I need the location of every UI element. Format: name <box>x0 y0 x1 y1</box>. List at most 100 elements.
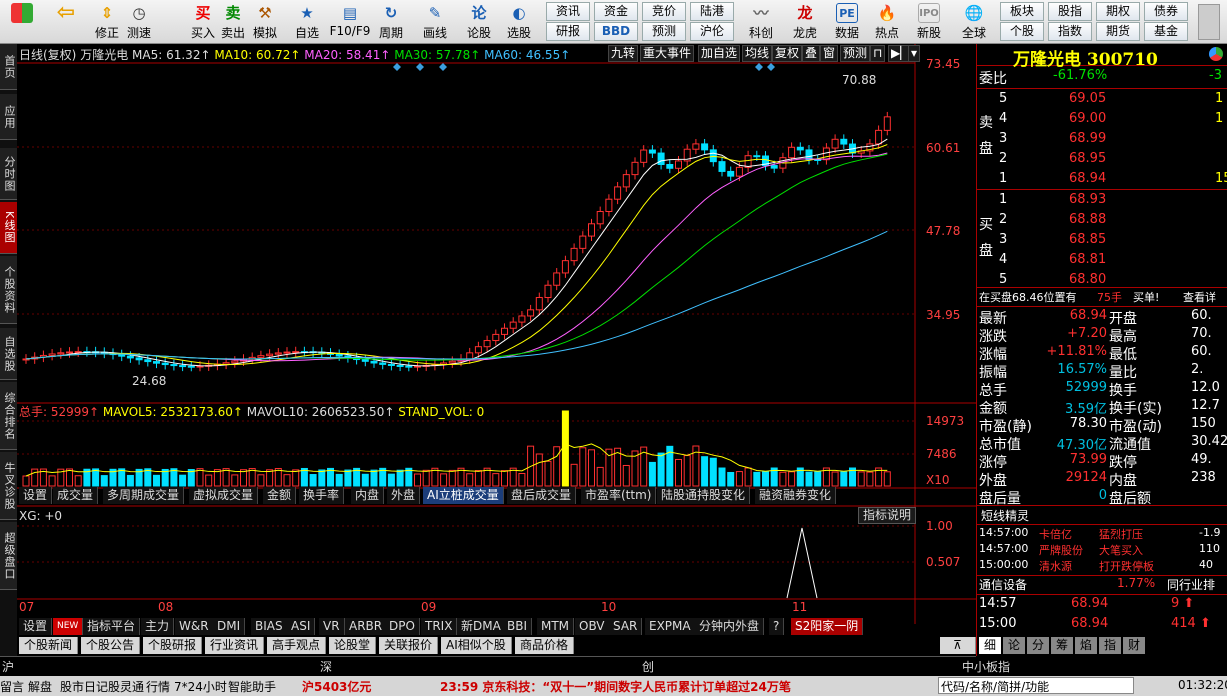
toolbar-zhaiquan-button[interactable]: 债券 <box>1144 2 1188 21</box>
toolbar-gegu-button[interactable]: 个股 <box>1000 22 1044 41</box>
news-tab[interactable]: 个股公告 <box>81 637 141 654</box>
toolbar-draw-button[interactable]: ✎ 画线 <box>418 0 452 44</box>
bottom-indicator-tab[interactable]: BIAS <box>251 618 288 635</box>
short-stock-name[interactable]: 卡倍亿 <box>1039 526 1072 542</box>
left-tab-home[interactable]: 首页 <box>0 44 17 90</box>
industry-name[interactable]: 通信设备 <box>979 576 1027 593</box>
bottom-indicator-tab[interactable]: NEW <box>53 618 84 635</box>
bottom-indicator-tab[interactable]: 主力 <box>141 618 175 635</box>
status-item[interactable]: 行情 <box>146 678 170 695</box>
bottom-indicator-tab[interactable]: 分钟内外盘 <box>695 618 765 635</box>
toolbar-xiuzheng-button[interactable]: ⇕ 修正 <box>90 0 124 44</box>
toolbar-lugang-button[interactable]: 陆港 <box>690 2 734 21</box>
toolbar-zixuan-button[interactable]: ★ 自选 <box>290 0 324 44</box>
indicator-tab[interactable]: 融资融券变化 <box>755 487 837 504</box>
toolbar-yuce-button[interactable]: 预测 <box>642 22 686 41</box>
toolbar-zijin-button[interactable]: 资金 <box>594 2 638 21</box>
status-item[interactable]: 股灵通 <box>108 678 144 695</box>
chart-menu-events[interactable]: 重大事件 <box>640 45 695 62</box>
sell-level-price[interactable]: 69.00 <box>1069 111 1106 126</box>
indicator-tab[interactable]: 设置 <box>19 487 53 504</box>
toolbar-kechuang-button[interactable]: 〰 科创 <box>742 0 780 44</box>
buy-level-price[interactable]: 68.81 <box>1069 252 1106 267</box>
collapse-icon[interactable]: ⊼ <box>940 637 976 654</box>
toolbar-select-button[interactable]: ◐ 选股 <box>502 0 536 44</box>
bottom-indicator-tab[interactable]: DMI <box>213 618 246 635</box>
bottom-indicator-tab[interactable]: W&R <box>175 618 214 635</box>
market-zxb[interactable]: 中小板指 <box>962 658 1042 675</box>
indicator-tab[interactable]: 陆股通持股变化 <box>657 487 751 504</box>
indicator-tab[interactable]: 虚拟成交量 <box>189 487 259 504</box>
toolbar-cesu-button[interactable]: ◷ 测速 <box>122 0 156 44</box>
news-tab[interactable]: AI相似个股 <box>441 637 512 654</box>
left-tab-diagnosis[interactable]: 牛叉诊股 <box>0 452 17 520</box>
kline-chart[interactable] <box>17 44 976 656</box>
toolbar-bbd-button[interactable]: BBD <box>594 22 638 41</box>
status-item[interactable]: 股市日记 <box>60 678 108 695</box>
left-tab-kline[interactable]: K线图 <box>0 202 17 254</box>
chart-menu-forecast[interactable]: 预测 <box>840 45 871 62</box>
sell-level-price[interactable]: 68.94 <box>1069 171 1106 186</box>
right-bottom-tab[interactable]: 分 <box>1027 637 1049 654</box>
left-tab-superpan[interactable]: 超级盘口 <box>0 522 17 590</box>
left-tab-stockinfo[interactable]: 个股资料 <box>0 256 17 324</box>
news-ticker[interactable]: 23:59 京东科技：“双十一”期间数字人民币累计订单超过24万笔 <box>440 678 791 695</box>
market-sh[interactable]: 沪 <box>2 658 14 675</box>
buy-level-price[interactable]: 68.88 <box>1069 212 1106 227</box>
bottom-indicator-tab[interactable]: SAR <box>609 618 643 635</box>
indicator-tab[interactable]: 市盈率(ttm) <box>581 487 657 504</box>
buy-level-price[interactable]: 68.93 <box>1069 192 1106 207</box>
right-bottom-tab[interactable]: 焰 <box>1075 637 1097 654</box>
toolbar-qiquan-button[interactable]: 期权 <box>1096 2 1140 21</box>
toolbar-f10-button[interactable]: ▤ F10/F9 <box>328 0 372 44</box>
indicator-tab[interactable]: 金额 <box>263 487 297 504</box>
industry-rank[interactable]: 同行业排 <box>1167 576 1215 593</box>
toolbar-buy-button[interactable]: 买 买入 <box>188 0 218 44</box>
left-tab-ranking[interactable]: 综合排名 <box>0 382 17 450</box>
toolbar-jingjia-button[interactable]: 竞价 <box>642 2 686 21</box>
bottom-indicator-tab[interactable]: BBI <box>503 618 533 635</box>
right-bottom-tab[interactable]: 筹 <box>1051 637 1073 654</box>
chart-period[interactable]: 日线(复权) <box>19 48 76 62</box>
right-bottom-tab[interactable]: 指 <box>1099 637 1121 654</box>
toolbar-discuss-button[interactable]: 论 论股 <box>462 0 496 44</box>
indicator-tab[interactable]: 内盘 <box>351 487 385 504</box>
sell-level-price[interactable]: 68.99 <box>1069 131 1106 146</box>
indicator-tab[interactable]: 多周期成交量 <box>103 487 185 504</box>
toolbar-back-button[interactable]: ⇦ <box>50 0 82 44</box>
right-bottom-tab[interactable]: 论 <box>1003 637 1025 654</box>
news-tab[interactable]: 行业资讯 <box>205 637 265 654</box>
right-bottom-tab[interactable]: 细 <box>979 637 1001 654</box>
toolbar-sell-button[interactable]: 卖 卖出 <box>218 0 248 44</box>
bottom-indicator-tab[interactable]: VR <box>319 618 345 635</box>
toolbar-jijin-button[interactable]: 基金 <box>1144 22 1188 41</box>
indicator-tab[interactable]: AI立桩成交量 <box>423 487 504 504</box>
toolbar-cycle-button[interactable]: ↻ 周期 <box>374 0 408 44</box>
chart-lock-icon[interactable]: ⊓ <box>870 45 886 62</box>
status-item[interactable]: 智能助手 <box>228 678 276 695</box>
chart-menu-jiuzhuan[interactable]: 九转 <box>608 45 639 62</box>
toolbar-global-button[interactable]: 🌐 全球 <box>952 0 996 44</box>
buy-level-price[interactable]: 68.80 <box>1069 272 1106 287</box>
quote-color-icon[interactable] <box>1209 47 1223 61</box>
news-tab[interactable]: 商品价格 <box>515 637 575 654</box>
toolbar-guzhi-button[interactable]: 股指 <box>1048 2 1092 21</box>
bottom-indicator-tab[interactable]: TRIX <box>421 618 458 635</box>
left-tab-watchlist[interactable]: 自选股 <box>0 328 17 380</box>
indicator-tab[interactable]: 成交量 <box>53 487 99 504</box>
indicator-tab[interactable]: 换手率 <box>299 487 345 504</box>
bottom-indicator-tab[interactable]: OBV <box>575 618 610 635</box>
news-tab[interactable]: 论股堂 <box>329 637 377 654</box>
chart-menu-overlay[interactable]: 叠 <box>802 45 821 62</box>
status-item[interactable]: 留言 <box>0 678 24 695</box>
view-detail-link[interactable]: 查看详 <box>1183 289 1216 305</box>
toolbar-simulate-button[interactable]: ⚒ 模拟 <box>250 0 280 44</box>
buy-level-price[interactable]: 68.85 <box>1069 232 1106 247</box>
market-sz[interactable]: 深 <box>320 658 332 675</box>
bottom-indicator-tab[interactable]: 指标平台 <box>83 618 141 635</box>
bottom-indicator-tab[interactable]: S2阳家一阴 <box>791 618 864 635</box>
toolbar-hot-button[interactable]: 🔥 热点 <box>868 0 906 44</box>
news-tab[interactable]: 高手观点 <box>267 637 327 654</box>
bottom-indicator-tab[interactable]: ? <box>769 618 785 635</box>
left-tab-timeshare[interactable]: 分时图 <box>0 148 17 200</box>
